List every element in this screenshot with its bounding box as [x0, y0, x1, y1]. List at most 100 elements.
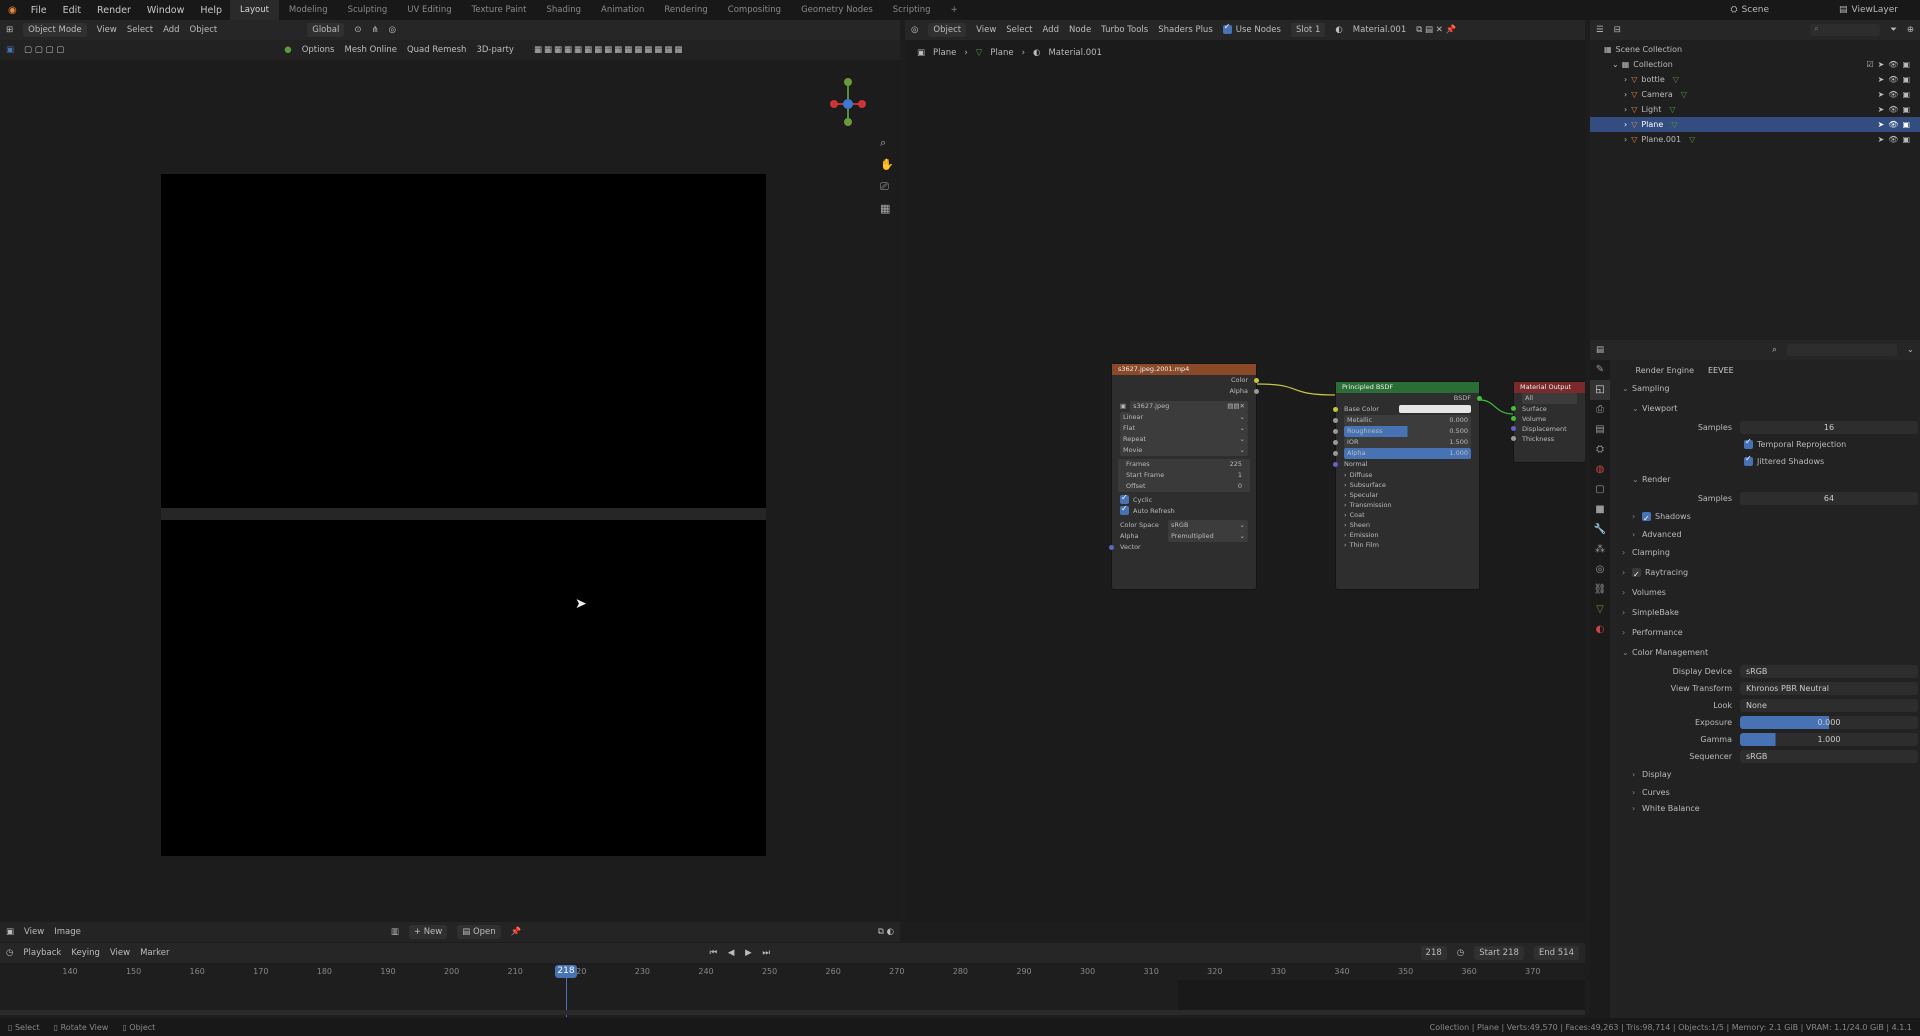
node-menu-turbo-tools[interactable]: Turbo Tools [1101, 25, 1148, 35]
viewport-menu-view[interactable]: View [97, 25, 117, 35]
zoom-icon[interactable]: ⌕ [880, 132, 894, 154]
playback-controls[interactable]: ⏮ ◀ ▶ ⏭ [709, 948, 773, 958]
menu-render[interactable]: Render [89, 5, 139, 16]
workspace-tab-geometry-nodes[interactable]: Geometry Nodes [791, 5, 883, 15]
thickness-socket[interactable] [1511, 436, 1516, 441]
timeline-editor-icon[interactable]: ◷ [6, 948, 13, 958]
cm-field[interactable]: 0.000 [1740, 716, 1918, 729]
menu-help[interactable]: Help [192, 5, 230, 16]
node-editor-type-icon[interactable]: ◎ [911, 25, 918, 35]
output-node-title[interactable]: Material Output [1514, 382, 1585, 393]
view-layer-tab-icon[interactable]: ▤ [1590, 420, 1610, 440]
row-visibility-icons[interactable]: ➤👁▣ [1878, 117, 1914, 132]
auto-refresh-checkbox[interactable]: Auto Refresh [1112, 503, 1256, 517]
menu-file[interactable]: File [23, 5, 55, 16]
add-workspace-icon[interactable]: + [941, 5, 968, 15]
bsdf-subpanel-diffuse[interactable]: › Diffuse [1336, 470, 1479, 480]
source-dropdown[interactable]: Movie ⌄ [1120, 445, 1248, 456]
scene-name[interactable]: Scene [1742, 5, 1769, 15]
viewport-menu-select[interactable]: Select [127, 25, 153, 35]
material-action-icons[interactable]: ⧉ ▤ ✕ 📌 [1416, 25, 1456, 35]
material-tab-icon[interactable]: ◐ [1590, 620, 1610, 640]
axis-gizmo-icon[interactable] [828, 70, 868, 130]
properties-type-icon[interactable]: ▤ [1596, 345, 1604, 355]
timeline-ruler[interactable]: 140 150 160 170 180 190 200 210 220 230 240 250 260 2… [0, 967, 1585, 979]
chevron-right-icon[interactable]: › [1624, 117, 1627, 132]
bsdf-subpanel-transmission[interactable]: › Transmission [1336, 500, 1479, 510]
performance-section[interactable]: › Performance [1612, 623, 1918, 643]
projection-dropdown[interactable]: Flat ⌄ [1120, 423, 1248, 434]
output-tab-icon[interactable]: ⎙ [1590, 400, 1610, 420]
render-subsection[interactable]: ⌄ Render [1612, 470, 1918, 490]
ior-socket[interactable] [1333, 440, 1338, 445]
pan-hand-icon[interactable]: ✋ [880, 154, 894, 176]
bsdf-node-title[interactable]: Principled BSDF [1336, 382, 1479, 393]
node-menu-select[interactable]: Select [1006, 25, 1032, 35]
chevron-right-icon[interactable]: › [1624, 132, 1627, 147]
tool-tab-icon[interactable]: ✎ [1590, 360, 1610, 380]
curves-subsection[interactable]: › Curves [1612, 785, 1918, 801]
node-editor-area[interactable]: ▣ Plane › ▽ Plane › ◐ Material.001 s3627… [905, 40, 1585, 922]
temporal-reprojection-check-icon[interactable] [1744, 437, 1753, 449]
output-target-dropdown[interactable]: All [1522, 393, 1577, 404]
modifier-tab-icon[interactable]: 🔧 [1590, 520, 1610, 540]
volumes-section[interactable]: › Volumes [1612, 583, 1918, 603]
clock-icon[interactable]: ◷ [1457, 948, 1464, 958]
timeline-area[interactable]: 140 150 160 170 180 190 200 210 220 230 240 250 260 2… [0, 963, 1585, 1018]
render-engine-dropdown[interactable]: EEVEE [1702, 364, 1918, 377]
image-overlay-icons[interactable]: ⧉ ◐ [878, 927, 894, 937]
workspace-tab-compositing[interactable]: Compositing [718, 5, 791, 15]
current-frame-field[interactable]: 218 [1420, 946, 1447, 960]
image-menu-view[interactable]: View [24, 927, 44, 937]
frames-field[interactable]: Frames 225 [1118, 459, 1250, 470]
outliner-item-plane[interactable]: › ▽ Plane ▽ ➤👁▣ [1590, 117, 1920, 132]
outliner-item-camera[interactable]: › ▽ Camera ▽ ➤👁▣ [1590, 87, 1920, 102]
alpha-field[interactable]: Alpha 1.000 [1344, 448, 1471, 459]
slot-dropdown[interactable]: Slot 1 [1290, 23, 1326, 37]
cm-field[interactable]: 1.000 [1740, 733, 1918, 746]
row-visibility-icons[interactable]: ➤👁▣ [1878, 102, 1914, 117]
use-nodes-toggle[interactable]: Use Nodes [1222, 22, 1281, 35]
outliner-item-bottle[interactable]: › ▽ bottle ▽ ➤👁▣ [1590, 72, 1920, 87]
raytracing-checkbox[interactable] [1632, 565, 1641, 585]
raytracing-section[interactable]: › Raytracing [1612, 563, 1918, 585]
color-socket[interactable] [1254, 378, 1259, 383]
workspace-tab-uv-editing[interactable]: UV Editing [397, 5, 461, 15]
color-management-section[interactable]: ⌄ Color Management [1612, 643, 1918, 663]
vector-socket[interactable] [1109, 545, 1114, 550]
color-space-dropdown[interactable]: sRGB ⌄ [1168, 520, 1248, 531]
image-name-field[interactable]: s3627.jpeg ▤▤✕ [1130, 401, 1248, 412]
outliner-display-icon[interactable]: ⊟ [1614, 25, 1621, 35]
image-editor-type-icon[interactable]: ▣ [6, 927, 14, 937]
node-menu-node[interactable]: Node [1069, 25, 1091, 35]
simplebake-section[interactable]: › SimpleBake [1612, 603, 1918, 623]
quad-remesh-button[interactable]: Quad Remesh [407, 45, 466, 55]
expand-arrow-icon[interactable]: ⌄ [1612, 57, 1619, 72]
particles-tab-icon[interactable]: ⁂ [1590, 540, 1610, 560]
playhead-frame-badge[interactable]: 218 [555, 965, 577, 978]
editor-type-icon[interactable]: ⊞ [6, 25, 13, 35]
roughness-field[interactable]: Roughness 0.500 [1344, 426, 1471, 437]
shadows-subsection[interactable]: › Shadows [1612, 507, 1918, 529]
object-mode-dropdown[interactable]: Object Mode [23, 23, 87, 37]
bsdf-subpanel-coat[interactable]: › Coat [1336, 510, 1479, 520]
outliner-type-icon[interactable]: ☰ [1596, 25, 1604, 35]
workspace-tab-animation[interactable]: Animation [591, 5, 654, 15]
filter-icon[interactable]: ⏷ [1890, 25, 1897, 35]
shader-type-dropdown[interactable]: Object [928, 23, 967, 37]
viewport-menu-add[interactable]: Add [163, 25, 179, 35]
shadows-checkbox[interactable] [1642, 509, 1651, 529]
chevron-right-icon[interactable]: › [1624, 72, 1627, 87]
workspace-tab-rendering[interactable]: Rendering [654, 5, 717, 15]
extension-dropdown[interactable]: Repeat ⌄ [1120, 434, 1248, 445]
offset-field[interactable]: Offset 0 [1118, 481, 1250, 492]
mesh-online-button[interactable]: Mesh Online [344, 45, 397, 55]
ior-field[interactable]: IOR 1.500 [1344, 437, 1471, 448]
displacement-socket[interactable] [1511, 426, 1516, 431]
row-visibility-icons[interactable]: ☑➤👁▣ [1866, 57, 1914, 72]
material-name-field[interactable]: Material.001 [1353, 25, 1406, 35]
base-color-swatch[interactable] [1399, 405, 1471, 413]
timeline-menu-playback[interactable]: Playback [23, 948, 61, 958]
clamping-section[interactable]: › Clamping [1612, 543, 1918, 563]
volume-socket[interactable] [1511, 416, 1516, 421]
